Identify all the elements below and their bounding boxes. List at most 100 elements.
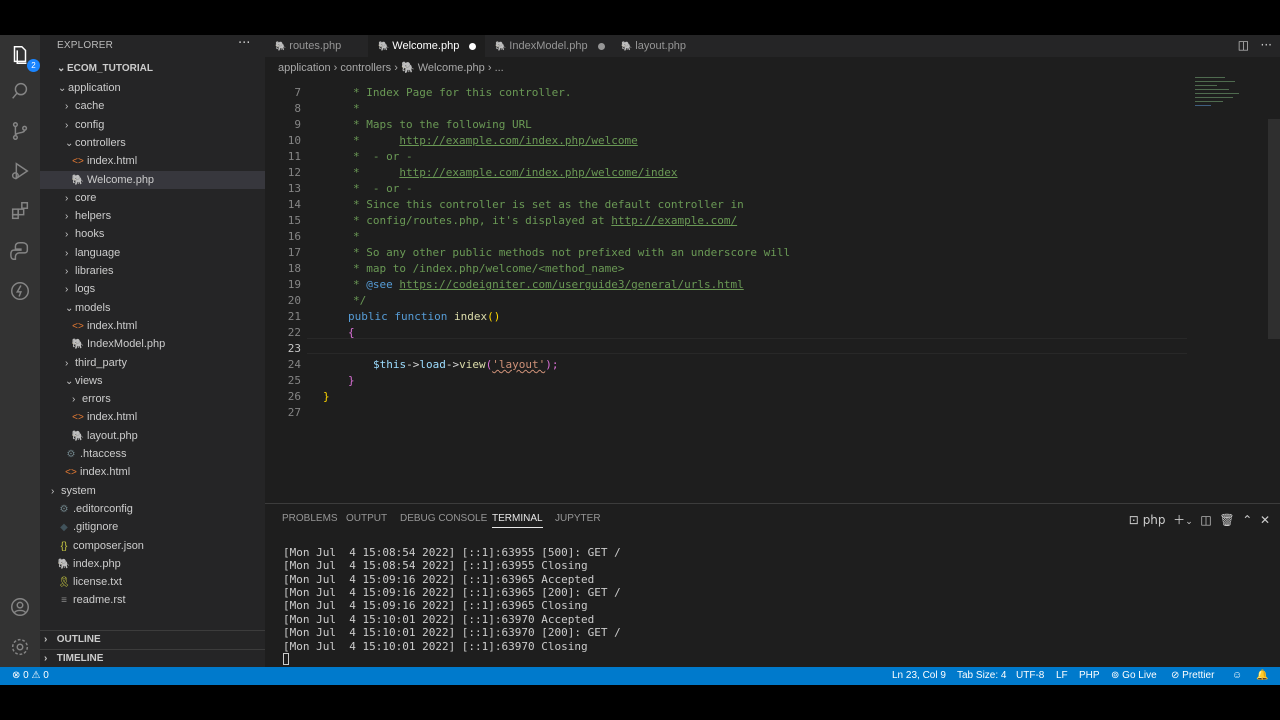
- minimap-line: [1195, 101, 1223, 102]
- tree-item[interactable]: <> index.html: [40, 408, 265, 426]
- trash-icon[interactable]: 🗑: [1219, 513, 1234, 527]
- prettier-button[interactable]: ⊘ Prettier: [1171, 667, 1214, 685]
- account-icon[interactable]: [8, 595, 32, 619]
- tree-item[interactable]: <> index.html: [40, 317, 265, 335]
- tree-item-label: errors: [82, 393, 111, 406]
- tree-item[interactable]: › third_party: [40, 354, 265, 372]
- tree-item[interactable]: 🐘 Welcome.php: [40, 170, 265, 189]
- tree-item[interactable]: <> index.html: [40, 152, 265, 170]
- python-icon[interactable]: [8, 239, 32, 263]
- source-control-icon[interactable]: [8, 119, 32, 143]
- tree-item[interactable]: 🐘 layout.php: [40, 427, 265, 445]
- line-ending[interactable]: LF: [1056, 667, 1068, 685]
- tree-item[interactable]: <> index.html: [40, 463, 265, 481]
- tab-terminal[interactable]: TERMINAL: [492, 513, 543, 528]
- outline-section[interactable]: › OUTLINE: [40, 630, 265, 648]
- explorer-icon[interactable]: 2: [8, 43, 40, 72]
- tree-item[interactable]: › logs: [40, 280, 265, 298]
- encoding[interactable]: UTF-8: [1016, 667, 1044, 685]
- tree-item[interactable]: 🐘 index.php: [40, 555, 265, 573]
- split-editor-icon[interactable]: ◫: [1238, 38, 1249, 52]
- tree-item[interactable]: ⚙ .editorconfig: [40, 500, 265, 518]
- chevron-right-icon: ›: [72, 394, 76, 406]
- tab-routes[interactable]: 🐘 routes.php: [265, 35, 368, 57]
- language-mode[interactable]: PHP: [1079, 667, 1100, 685]
- workspace-root[interactable]: ⌄ ECOM_TUTORIAL: [40, 59, 265, 79]
- terminal-cursor[interactable]: [283, 653, 289, 665]
- terminal-line: [Mon Jul 4 15:09:16 2022] [::1]:63965 Cl…: [283, 599, 588, 612]
- tree-item[interactable]: › core: [40, 189, 265, 207]
- tab-indexmodel[interactable]: 🐘 IndexModel.php: [485, 35, 611, 57]
- tree-item-label: license.txt: [73, 576, 122, 589]
- code-editor[interactable]: application › controllers › 🐘 Welcome.ph…: [265, 57, 1280, 503]
- run-debug-icon[interactable]: [8, 159, 32, 183]
- code-comment: *: [353, 278, 367, 291]
- tab-problems[interactable]: PROBLEMS: [282, 513, 338, 524]
- problems-status[interactable]: ⊗ 0 ⚠ 0: [12, 667, 49, 685]
- editor-scrollbar[interactable]: [1268, 119, 1280, 339]
- tab-layout[interactable]: 🐘 layout.php: [611, 35, 711, 57]
- tree-item[interactable]: ⌄ application: [40, 79, 265, 97]
- tab-jupyter[interactable]: JUPYTER: [555, 513, 601, 524]
- tree-item[interactable]: › errors: [40, 390, 265, 408]
- tab-output[interactable]: OUTPUT: [346, 513, 387, 524]
- tree-item[interactable]: ⌄ controllers: [40, 134, 265, 152]
- chevron-up-icon[interactable]: ⌃: [1242, 513, 1252, 527]
- bell-icon[interactable]: 🔔: [1256, 667, 1268, 685]
- breadcrumb-item[interactable]: application: [278, 62, 331, 74]
- split-terminal-icon[interactable]: ◫: [1200, 513, 1211, 527]
- tree-item[interactable]: › system: [40, 482, 265, 500]
- tab-welcome[interactable]: 🐘 Welcome.php: [368, 35, 485, 57]
- tree-item[interactable]: ◆ .gitignore: [40, 518, 265, 536]
- unsaved-dot-icon[interactable]: [469, 42, 477, 50]
- breadcrumb-item[interactable]: Welcome.php: [418, 62, 485, 74]
- tree-item[interactable]: › helpers: [40, 207, 265, 225]
- tree-item[interactable]: ⚙ .htaccess: [40, 445, 265, 463]
- tree-item[interactable]: › hooks: [40, 225, 265, 243]
- breadcrumb-item[interactable]: ...: [495, 62, 504, 74]
- search-icon[interactable]: [8, 79, 32, 103]
- tree-item[interactable]: › cache: [40, 97, 265, 115]
- tree-item[interactable]: 🐘 IndexModel.php: [40, 335, 265, 353]
- extensions-icon[interactable]: [8, 199, 32, 223]
- terminal-line: [Mon Jul 4 15:09:16 2022] [::1]:63965 Ac…: [283, 573, 595, 586]
- more-actions-icon[interactable]: ···: [1261, 38, 1272, 52]
- line-number: 14: [287, 198, 301, 211]
- tree-item[interactable]: › language: [40, 244, 265, 262]
- minimap[interactable]: [1193, 75, 1273, 115]
- minimap-line: [1195, 89, 1229, 90]
- close-icon[interactable]: ✕: [1260, 513, 1270, 527]
- code-link[interactable]: http://example.com/index.php/welcome/ind…: [399, 166, 677, 179]
- code-link[interactable]: https://codeigniter.com/userguide3/gener…: [399, 278, 743, 291]
- line-number: 24: [287, 358, 301, 371]
- tree-item[interactable]: › config: [40, 116, 265, 134]
- tree-item-label: .editorconfig: [73, 502, 133, 515]
- chevron-down-icon: ⌄: [57, 63, 66, 74]
- tree-item[interactable]: ≡ readme.rst: [40, 591, 265, 609]
- cursor-position[interactable]: Ln 23, Col 9: [892, 667, 946, 685]
- unsaved-dot-icon[interactable]: [597, 42, 605, 50]
- timeline-section[interactable]: › TIMELINE: [40, 649, 265, 667]
- code-link[interactable]: http://example.com/index.php/welcome: [399, 134, 637, 147]
- chevron-right-icon: ›: [44, 634, 48, 645]
- tree-item[interactable]: ⌄ views: [40, 372, 265, 390]
- manage-gear-icon[interactable]: [8, 635, 32, 659]
- code-link[interactable]: http://example.com/: [611, 214, 737, 227]
- html-file-icon: <>: [72, 320, 84, 332]
- feedback-icon[interactable]: ☺: [1232, 667, 1242, 685]
- html-file-icon: <>: [72, 156, 84, 168]
- tree-item[interactable]: ⌄ models: [40, 299, 265, 317]
- tree-item[interactable]: {} composer.json: [40, 537, 265, 555]
- breadcrumb-item[interactable]: controllers: [340, 62, 391, 74]
- new-terminal-icon[interactable]: ＋: [1173, 513, 1185, 527]
- explorer-more-icon[interactable]: ···: [238, 36, 250, 51]
- tab-size[interactable]: Tab Size: 4: [957, 667, 1006, 685]
- tab-debug-console[interactable]: DEBUG CONSOLE: [400, 513, 487, 524]
- terminal-shell[interactable]: php: [1143, 513, 1166, 527]
- line-number: 9: [294, 118, 301, 131]
- go-live-button[interactable]: ⊚ Go Live: [1111, 667, 1157, 685]
- chevron-down-icon[interactable]: ⌄: [1185, 517, 1193, 527]
- tree-item[interactable]: 🎗 license.txt: [40, 573, 265, 591]
- live-server-icon[interactable]: [8, 279, 32, 303]
- tree-item[interactable]: › libraries: [40, 262, 265, 280]
